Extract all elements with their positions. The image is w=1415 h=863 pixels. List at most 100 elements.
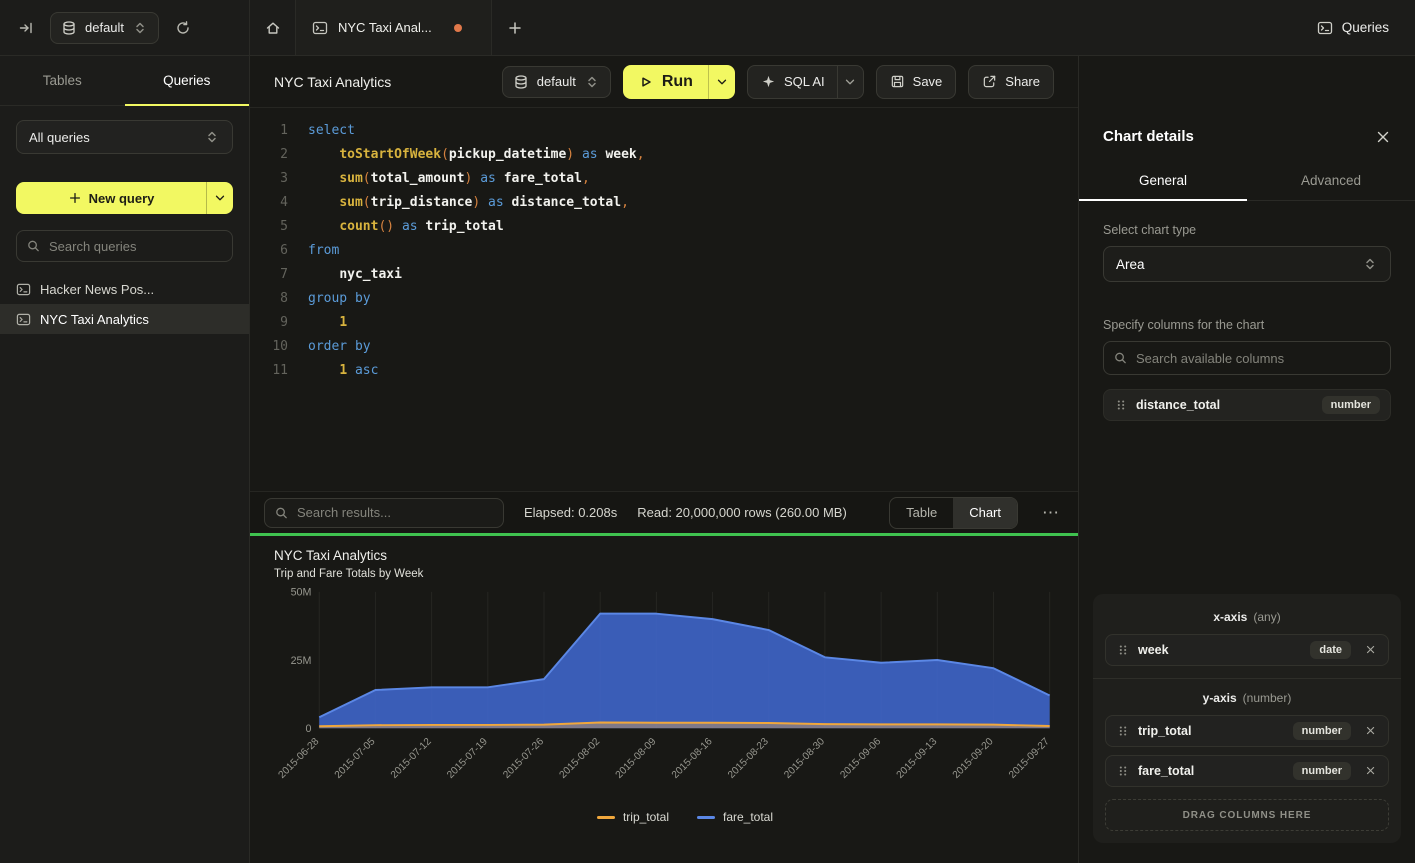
search-columns-input[interactable]	[1103, 341, 1391, 375]
run-label: Run	[662, 73, 693, 91]
new-query-button[interactable]: New query	[16, 182, 233, 214]
sql-line: 6from	[262, 239, 1078, 263]
available-column-distance-total[interactable]: distance_total number	[1103, 389, 1391, 421]
queries-button[interactable]: Queries	[1317, 0, 1415, 55]
query-item-label: Hacker News Pos...	[40, 282, 154, 297]
topbar-database-selector[interactable]: default	[50, 12, 159, 44]
sidebar-tab-tables[interactable]: Tables	[0, 56, 125, 105]
run-button[interactable]: Run	[623, 65, 735, 99]
save-label: Save	[913, 74, 943, 89]
close-icon[interactable]	[1375, 129, 1391, 145]
panel-header: Chart details	[1079, 56, 1415, 161]
svg-text:2015-06-28: 2015-06-28	[277, 736, 322, 781]
query-list-item-hacker-news[interactable]: Hacker News Pos...	[0, 274, 249, 304]
chevrons-up-down-icon	[584, 74, 600, 90]
sql-line: 4 sum(trip_distance) as distance_total,	[262, 191, 1078, 215]
query-database-value: default	[537, 74, 576, 89]
queries-filter-select[interactable]: All queries	[16, 120, 233, 154]
drag-columns-dropzone[interactable]: DRAG COLUMNS HERE	[1105, 799, 1389, 831]
svg-text:25M: 25M	[291, 655, 312, 667]
queries-filter-value: All queries	[29, 130, 90, 145]
tab-advanced[interactable]: Advanced	[1247, 161, 1415, 200]
remove-column-icon[interactable]	[1364, 643, 1378, 657]
chart-details-panel: Chart details General Advanced Select ch…	[1078, 56, 1415, 863]
column-name: week	[1138, 643, 1169, 657]
sidebar-search	[16, 230, 233, 262]
panel-title: Chart details	[1103, 128, 1194, 145]
y-axis-column-fare-total[interactable]: fare_total number	[1105, 755, 1389, 787]
database-icon	[513, 74, 529, 90]
more-options-button[interactable]: ⋯	[1038, 503, 1064, 523]
y-axis-column-trip-total[interactable]: trip_total number	[1105, 715, 1389, 747]
svg-text:2015-07-12: 2015-07-12	[389, 736, 434, 781]
chevrons-up-down-icon	[1362, 256, 1378, 272]
svg-text:2015-09-20: 2015-09-20	[951, 736, 996, 781]
svg-text:2015-07-05: 2015-07-05	[333, 736, 378, 781]
chart-legend: trip_total fare_total	[274, 810, 1054, 824]
svg-text:2015-09-06: 2015-09-06	[838, 736, 883, 781]
sql-line: 8group by	[262, 287, 1078, 311]
chart-panel: NYC Taxi Analytics Trip and Fare Totals …	[250, 536, 1078, 863]
sql-console-app: default NYC Taxi Anal... Queries Tables …	[0, 0, 1415, 863]
refresh-icon[interactable]	[171, 16, 195, 40]
tab-nyc-taxi-analytics[interactable]: NYC Taxi Anal...	[296, 0, 492, 55]
drag-handle-icon[interactable]	[1116, 643, 1130, 657]
results-search	[264, 498, 504, 528]
x-axis-chips: week date	[1105, 634, 1389, 666]
x-axis-title: x-axis	[1213, 610, 1247, 624]
main-column: NYC Taxi Analytics default Run	[250, 56, 1078, 863]
new-tab-button[interactable]	[492, 0, 538, 55]
svg-text:2015-08-30: 2015-08-30	[782, 736, 827, 781]
share-icon	[982, 74, 997, 89]
svg-text:2015-08-09: 2015-08-09	[614, 736, 659, 781]
drag-handle-icon[interactable]	[1116, 724, 1130, 738]
drag-handle-icon[interactable]	[1116, 764, 1130, 778]
sidebar-tab-queries[interactable]: Queries	[125, 56, 250, 105]
sql-line: 11 1 asc	[262, 359, 1078, 383]
database-icon	[61, 20, 77, 36]
tab-strip: NYC Taxi Anal...	[250, 0, 538, 55]
home-tab[interactable]	[250, 0, 296, 55]
legend-item-fare-total[interactable]: fare_total	[697, 810, 773, 824]
chart-type-label: Select chart type	[1103, 223, 1391, 237]
plus-icon	[68, 191, 82, 205]
tab-general[interactable]: General	[1079, 161, 1247, 200]
query-list-item-nyc-taxi[interactable]: NYC Taxi Analytics	[0, 304, 249, 334]
topbar-left: default	[0, 0, 250, 55]
sql-line: 2 toStartOfWeek(pickup_datetime) as week…	[262, 143, 1078, 167]
legend-item-trip-total[interactable]: trip_total	[597, 810, 669, 824]
view-toggle-chart[interactable]: Chart	[953, 498, 1017, 528]
query-icon	[1317, 20, 1333, 36]
share-button[interactable]: Share	[968, 65, 1054, 99]
chart-type-select[interactable]: Area	[1103, 246, 1391, 282]
query-title: NYC Taxi Analytics	[274, 74, 391, 90]
columns-search	[1103, 341, 1391, 375]
search-results-input[interactable]	[264, 498, 504, 528]
query-icon	[312, 20, 328, 36]
sql-ai-dropdown[interactable]	[837, 66, 863, 98]
column-type-badge: number	[1322, 396, 1380, 414]
axes-divider	[1093, 678, 1401, 679]
drag-handle-icon[interactable]	[1114, 398, 1128, 412]
columns-label: Specify columns for the chart	[1103, 318, 1391, 332]
x-axis-hint: (any)	[1253, 610, 1280, 624]
sql-editor[interactable]: 1select2 toStartOfWeek(pickup_datetime) …	[250, 108, 1078, 491]
run-dropdown[interactable]	[708, 65, 735, 99]
app-body: Tables Queries All queries New query	[0, 56, 1415, 863]
sql-ai-button[interactable]: SQL AI	[747, 65, 864, 99]
collapse-sidebar-icon[interactable]	[14, 16, 38, 40]
run-button-main[interactable]: Run	[623, 65, 708, 99]
remove-column-icon[interactable]	[1364, 764, 1378, 778]
save-button[interactable]: Save	[876, 65, 957, 99]
sidebar-tabs: Tables Queries	[0, 56, 249, 106]
svg-text:2015-09-27: 2015-09-27	[1007, 736, 1052, 781]
new-query-dropdown[interactable]	[206, 182, 233, 214]
new-query-label: New query	[89, 191, 155, 206]
legend-label: trip_total	[623, 810, 669, 824]
remove-column-icon[interactable]	[1364, 724, 1378, 738]
query-database-selector[interactable]: default	[502, 66, 611, 98]
search-queries-input[interactable]	[16, 230, 233, 262]
x-axis-column-week[interactable]: week date	[1105, 634, 1389, 666]
view-toggle-table[interactable]: Table	[890, 498, 953, 528]
svg-text:2015-07-19: 2015-07-19	[445, 736, 490, 781]
